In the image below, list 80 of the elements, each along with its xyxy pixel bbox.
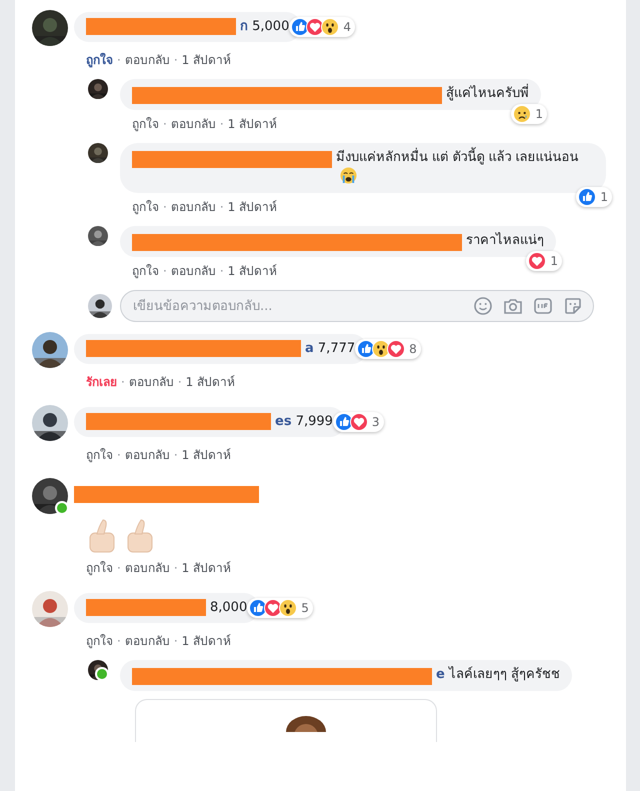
separator-dot: · — [163, 116, 167, 130]
comment-time[interactable]: 1 สัปดาห์ — [182, 50, 232, 69]
online-status-dot — [55, 501, 69, 515]
reply-link[interactable]: ตอบกลับ — [124, 445, 170, 464]
separator-dot: · — [117, 634, 121, 648]
like-link[interactable]: ถูกใจ — [132, 114, 159, 133]
comment-time[interactable]: 1 สัปดาห์ — [182, 558, 232, 577]
comment-text: a 7,777 — [305, 341, 356, 356]
reaction-summary[interactable]: 5 — [247, 598, 313, 618]
reaction-summary[interactable]: 3 — [332, 412, 384, 432]
comment-time[interactable]: 1 สัปดาห์ — [182, 631, 232, 650]
like-link[interactable]: ถูกใจ — [86, 445, 113, 464]
online-status-dot — [95, 667, 109, 681]
separator-dot: · — [220, 116, 224, 130]
like-link[interactable]: รักเลย — [86, 372, 117, 391]
comment-time[interactable]: 1 สัปดาห์ — [186, 372, 236, 391]
avatar[interactable] — [88, 294, 112, 318]
avatar[interactable] — [88, 79, 108, 99]
reaction-summary[interactable]: 1 — [526, 251, 562, 271]
reply-field[interactable]: เขียนข้อความตอบกลับ... — [120, 290, 594, 322]
avatar[interactable] — [32, 405, 68, 441]
reply-input-field[interactable]: เขียนข้อความตอบกลับ... — [131, 298, 463, 314]
reply-text: สู้แค่ไหนครับพี่ — [446, 85, 529, 103]
avatar[interactable] — [88, 143, 108, 163]
reaction-count: 8 — [409, 341, 417, 358]
reply-text: e ไลค์เลยๆๆ สู้ๆครัชช — [436, 666, 560, 684]
reply-link[interactable]: ตอบกลับ — [170, 261, 216, 280]
separator-dot: · — [174, 560, 178, 574]
reaction-summary[interactable]: 4 — [289, 17, 355, 38]
separator-dot: · — [117, 560, 121, 574]
separator-dot: · — [220, 200, 224, 214]
avatar[interactable] — [32, 478, 68, 514]
like-link[interactable]: ถูกใจ — [86, 558, 113, 577]
avatar[interactable] — [32, 332, 68, 368]
emoji-icon[interactable] — [473, 296, 493, 316]
comment-text: es 7,999 — [275, 414, 333, 430]
comment-text: 8,000 — [210, 600, 248, 616]
camera-icon[interactable] — [503, 296, 523, 316]
comment-time[interactable]: 1 สัปดาห์ — [182, 445, 232, 464]
separator-dot: · — [117, 448, 121, 462]
separator-dot: · — [220, 264, 224, 278]
like-link[interactable]: ถูกใจ — [132, 197, 159, 216]
reply-link[interactable]: ตอบกลับ — [124, 631, 170, 650]
reply-text: ราคาไหลแน่ๆ — [466, 232, 544, 250]
separator-dot: · — [174, 52, 178, 66]
separator-dot: · — [121, 374, 125, 388]
like-link[interactable]: ถูกใจ — [132, 261, 159, 280]
comment-time[interactable]: 1 สัปดาห์ — [228, 197, 278, 216]
reaction-count: 4 — [343, 19, 351, 36]
comment-text: ก 5,000 — [240, 19, 290, 34]
like-link[interactable]: ถูกใจ — [86, 631, 113, 650]
preview-card[interactable] — [135, 699, 437, 742]
reaction-summary[interactable]: 1 — [511, 104, 547, 124]
separator-dot: · — [163, 264, 167, 278]
gif-icon[interactable] — [533, 296, 553, 316]
separator-dot: · — [178, 374, 182, 388]
comment-time[interactable]: 1 สัปดาห์ — [228, 261, 278, 280]
reply-text: มีงบแค่หลักหมื่น แต่ ตัวนี้ดู แล้ว เลยแน่นอน — [336, 149, 594, 187]
reply-link[interactable]: ตอบกลับ — [170, 114, 216, 133]
separator-dot: · — [174, 448, 178, 462]
separator-dot: · — [174, 634, 178, 648]
avatar[interactable] — [32, 10, 68, 46]
reply-link[interactable]: ตอบกลับ — [170, 197, 216, 216]
crying-face-icon — [340, 167, 357, 184]
reaction-count: 1 — [550, 253, 558, 270]
like-link[interactable]: ถูกใจ — [86, 50, 113, 69]
reaction-count: 1 — [535, 106, 543, 123]
reaction-count: 1 — [600, 189, 608, 206]
separator-dot: · — [117, 52, 121, 66]
reaction-count: 5 — [301, 600, 309, 618]
avatar[interactable] — [88, 226, 108, 246]
reaction-summary[interactable]: 1 — [576, 187, 612, 207]
reply-link[interactable]: ตอบกลับ — [128, 372, 174, 391]
sticker-icon[interactable] — [563, 296, 583, 316]
reaction-summary[interactable]: 8 — [355, 339, 421, 360]
separator-dot: · — [163, 200, 167, 214]
reply-link[interactable]: ตอบกลับ — [124, 558, 170, 577]
reaction-count: 3 — [372, 414, 380, 432]
comment-time[interactable]: 1 สัปดาห์ — [228, 114, 278, 133]
reply-link[interactable]: ตอบกลับ — [124, 50, 170, 69]
